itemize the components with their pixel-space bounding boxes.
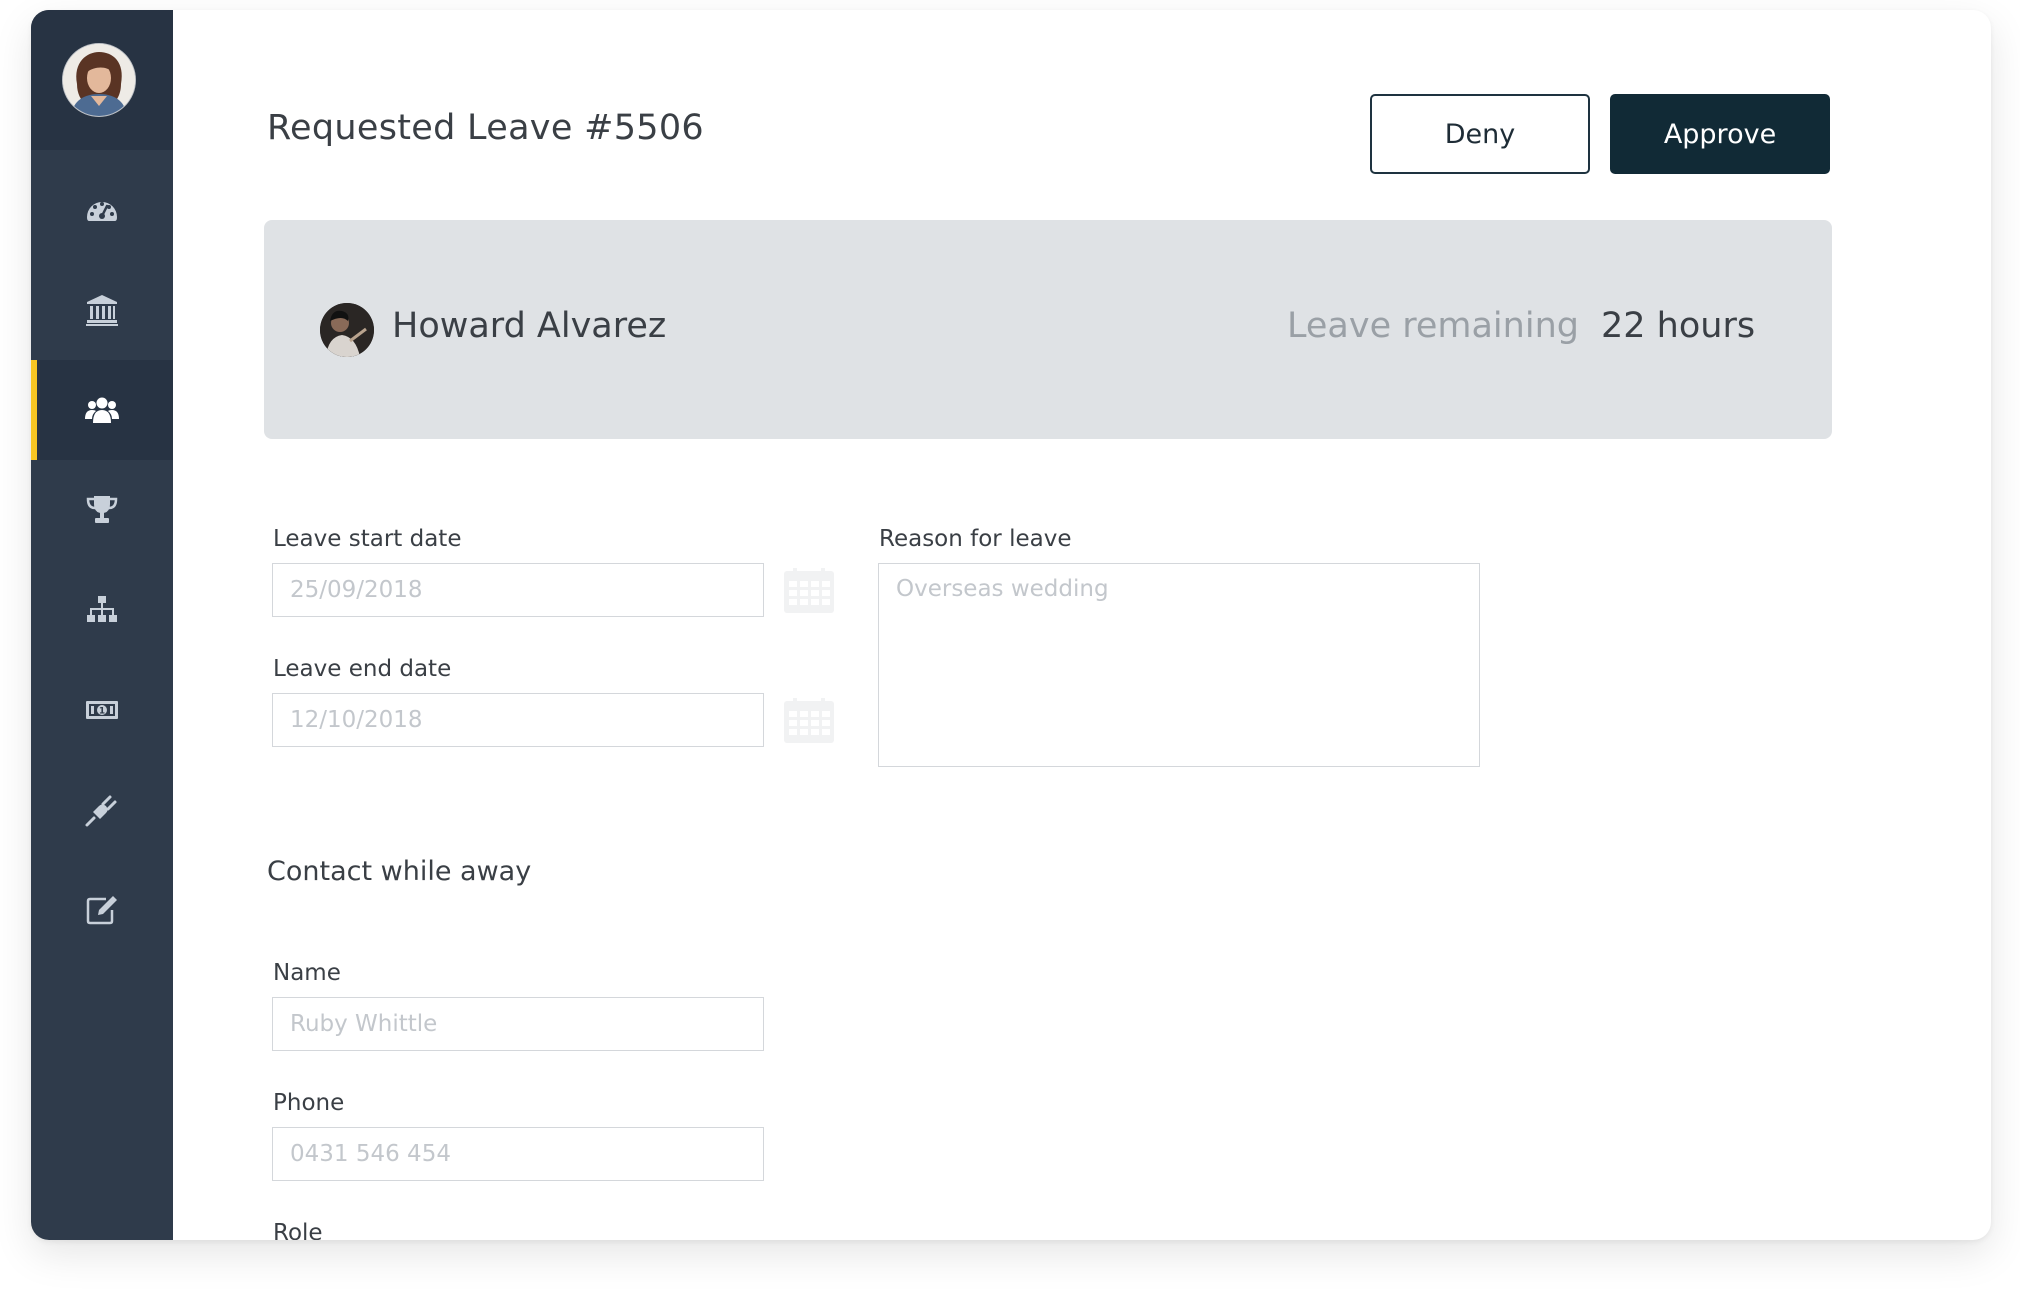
sidebar: 1: [31, 10, 173, 1240]
page-title: Requested Leave #5506: [267, 108, 704, 148]
nav-item-achievements[interactable]: [31, 460, 173, 560]
deny-button[interactable]: Deny: [1370, 94, 1590, 174]
nav-item-edit[interactable]: [31, 860, 173, 960]
trophy-icon: [86, 496, 118, 523]
leave-remaining-label: Leave remaining: [1287, 306, 1579, 346]
nav-item-payroll[interactable]: 1: [31, 660, 173, 760]
reason-textarea[interactable]: Overseas wedding: [878, 563, 1480, 767]
reason-label: Reason for leave: [879, 526, 1072, 552]
employee-card: Howard Alvarez Leave remaining 22 hours: [264, 220, 1832, 439]
employee-avatar[interactable]: [320, 303, 374, 357]
contact-role-label: Role: [273, 1220, 323, 1240]
nav-item-people[interactable]: [31, 360, 173, 460]
svg-text:1: 1: [99, 707, 105, 717]
contact-phone-field[interactable]: 0431 546 454: [272, 1127, 764, 1181]
user-avatar-image: [63, 44, 135, 116]
org-chart-icon: [87, 596, 117, 622]
edit-icon: [86, 896, 117, 925]
dashboard-icon: [87, 202, 117, 221]
end-date-field[interactable]: 12/10/2018: [272, 693, 764, 747]
start-date-calendar-icon[interactable]: [783, 568, 835, 614]
end-date-label: Leave end date: [273, 656, 452, 682]
end-date-calendar-icon[interactable]: [783, 698, 835, 744]
employee-name: Howard Alvarez: [392, 306, 667, 346]
employee-avatar-image: [320, 303, 374, 357]
nav-item-dashboard[interactable]: [31, 160, 173, 260]
contact-section-title: Contact while away: [267, 856, 532, 887]
nav-item-bank[interactable]: [31, 260, 173, 360]
approve-button[interactable]: Approve: [1610, 94, 1830, 174]
sidebar-header: [31, 10, 173, 150]
money-icon: 1: [86, 701, 118, 719]
leave-remaining-value: 22 hours: [1601, 306, 1756, 346]
main-content: Requested Leave #5506 Deny Approve Howar…: [173, 10, 1991, 1240]
start-date-field[interactable]: 25/09/2018: [272, 563, 764, 617]
app-window: 1 Requested Leave #5506 Deny Approve How…: [31, 10, 1991, 1240]
nav-item-org-chart[interactable]: [31, 560, 173, 660]
users-icon: [85, 397, 119, 423]
user-avatar[interactable]: [63, 44, 135, 116]
plug-icon: [85, 795, 117, 827]
nav-item-integrations[interactable]: [31, 760, 173, 860]
contact-name-field[interactable]: Ruby Whittle: [272, 997, 764, 1051]
start-date-label: Leave start date: [273, 526, 462, 552]
contact-phone-label: Phone: [273, 1090, 345, 1116]
contact-name-label: Name: [273, 960, 341, 986]
bank-icon: [86, 295, 118, 326]
